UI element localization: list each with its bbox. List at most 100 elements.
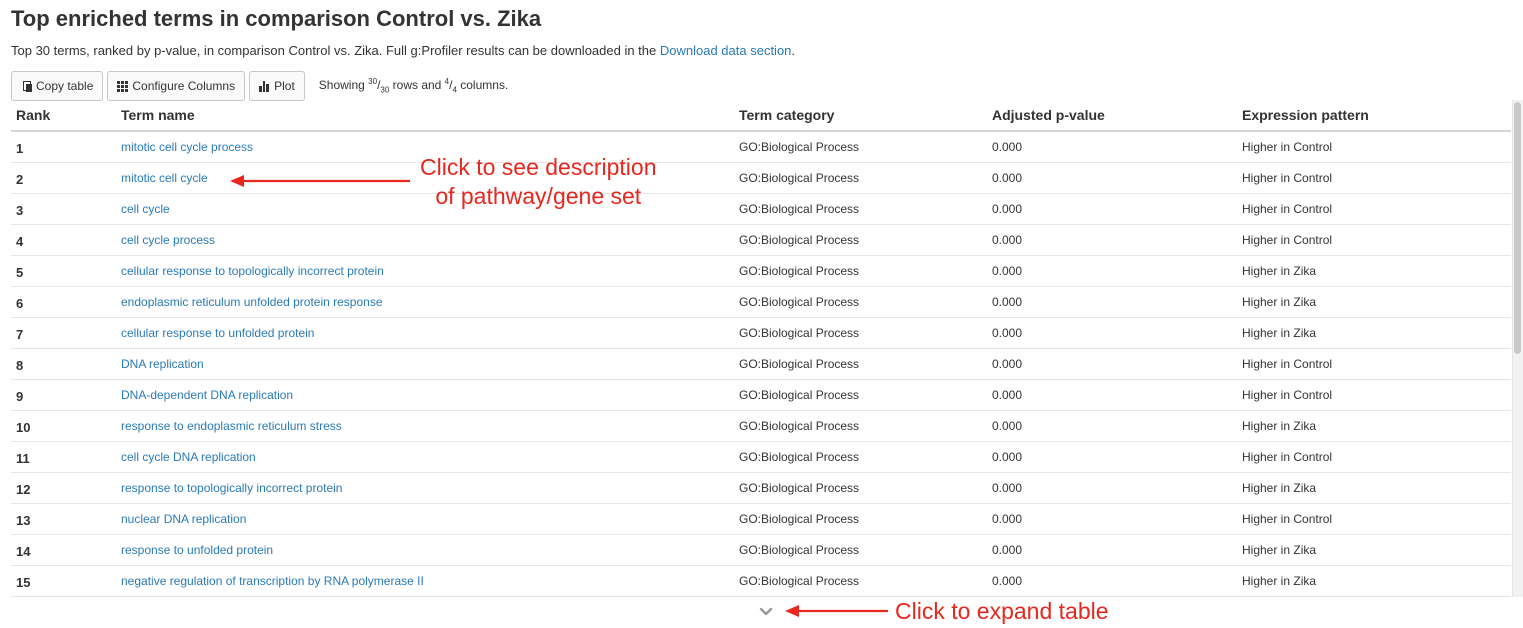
term-name-cell: cellular response to topologically incor… <box>121 255 739 287</box>
term-category-cell: GO:Biological Process <box>739 317 992 349</box>
p-value-cell: 0.000 <box>992 565 1242 596</box>
term-name-cell: response to unfolded protein <box>121 534 739 566</box>
term-annotation-line2: of pathway/gene set <box>435 183 642 209</box>
rank-cell: 2 <box>11 162 121 194</box>
expression-pattern-cell: Higher in Control <box>1242 193 1511 225</box>
page-subtitle: Top 30 terms, ranked by p-value, in comp… <box>11 43 795 58</box>
download-data-link[interactable]: Download data section <box>660 43 792 58</box>
table-row: 11 cell cycle DNA replication GO:Biologica… <box>11 441 1511 473</box>
term-name-cell: response to endoplasmic reticulum stress <box>121 410 739 442</box>
p-value-cell: 0.000 <box>992 286 1242 318</box>
grid-icon <box>117 80 129 92</box>
term-name-link[interactable]: response to unfolded protein <box>121 543 273 557</box>
configure-columns-button[interactable]: Configure Columns <box>107 71 246 101</box>
p-value-cell: 0.000 <box>992 224 1242 256</box>
term-category-cell: GO:Biological Process <box>739 472 992 504</box>
header-expression-pattern[interactable]: Expression pattern <box>1242 100 1511 132</box>
term-name-link[interactable]: negative regulation of transcription by … <box>121 574 424 588</box>
term-category-cell: GO:Biological Process <box>739 441 992 473</box>
table-row: 7 cellular response to unfolded protein GO… <box>11 317 1511 349</box>
table-row: 3 cell cycle GO:Biological Process 0.000 Hig… <box>11 193 1511 225</box>
term-category-cell: GO:Biological Process <box>739 503 992 535</box>
header-term-name[interactable]: Term name <box>121 100 739 132</box>
table-scrollbar-thumb[interactable] <box>1514 102 1521 354</box>
table-header-row: Rank Term name Term category Adjusted p-… <box>11 100 1511 132</box>
term-description-annotation: Click to see description of pathway/gene… <box>420 153 657 211</box>
table-row: 9 DNA-dependent DNA replication GO:Biologi… <box>11 379 1511 411</box>
term-name-link[interactable]: response to topologically incorrect prot… <box>121 481 342 495</box>
rank-cell: 14 <box>11 534 121 566</box>
term-name-link[interactable]: cellular response to topologically incor… <box>121 264 384 278</box>
rank-cell: 7 <box>11 317 121 349</box>
configure-columns-label: Configure Columns <box>132 79 236 93</box>
p-value-cell: 0.000 <box>992 131 1242 163</box>
expression-pattern-cell: Higher in Zika <box>1242 534 1511 566</box>
rank-cell: 3 <box>11 193 121 225</box>
term-name-cell: nuclear DNA replication <box>121 503 739 535</box>
header-term-category[interactable]: Term category <box>739 100 992 132</box>
header-rank[interactable]: Rank <box>11 100 121 132</box>
plot-button[interactable]: Plot <box>249 71 305 101</box>
rows-shown: 30 <box>368 77 378 87</box>
showing-prefix: Showing <box>318 78 369 93</box>
expression-pattern-cell: Higher in Control <box>1242 162 1511 194</box>
term-category-cell: GO:Biological Process <box>739 348 992 380</box>
term-category-cell: GO:Biological Process <box>739 565 992 596</box>
term-name-link[interactable]: cell cycle process <box>121 233 215 247</box>
term-category-cell: GO:Biological Process <box>739 224 992 256</box>
bar-chart-icon <box>259 80 270 92</box>
term-name-link[interactable]: DNA-dependent DNA replication <box>121 388 293 402</box>
p-value-cell: 0.000 <box>992 348 1242 380</box>
term-name-cell: DNA-dependent DNA replication <box>121 379 739 411</box>
header-adjusted-p-value[interactable]: Adjusted p-value <box>992 100 1242 132</box>
term-name-link[interactable]: mitotic cell cycle <box>121 171 208 185</box>
term-name-link[interactable]: cell cycle DNA replication <box>121 450 256 464</box>
expression-pattern-cell: Higher in Zika <box>1242 472 1511 504</box>
table-row: 15 negative regulation of transcription b… <box>11 565 1511 596</box>
cols-shown: 4 <box>444 77 450 87</box>
expand-table-chevron-icon[interactable] <box>758 604 774 620</box>
showing-suffix: columns. <box>456 78 509 93</box>
term-annotation-arrow <box>230 175 410 187</box>
term-category-cell: GO:Biological Process <box>739 410 992 442</box>
expression-pattern-cell: Higher in Zika <box>1242 565 1511 596</box>
copy-table-button[interactable]: Copy table <box>11 71 104 101</box>
subtitle-end: . <box>791 43 796 58</box>
term-name-cell: negative regulation of transcription by … <box>121 565 739 596</box>
table-row: 6 endoplasmic reticulum unfolded protein … <box>11 286 1511 318</box>
expression-pattern-cell: Higher in Control <box>1242 503 1511 535</box>
term-name-link[interactable]: cellular response to unfolded protein <box>121 326 314 340</box>
rank-cell: 6 <box>11 286 121 318</box>
expression-pattern-cell: Higher in Control <box>1242 348 1511 380</box>
term-name-link[interactable]: nuclear DNA replication <box>121 512 246 526</box>
rank-cell: 4 <box>11 224 121 256</box>
rank-cell: 10 <box>11 410 121 442</box>
expression-pattern-cell: Higher in Zika <box>1242 286 1511 318</box>
table-row: 5 cellular response to topologically inco… <box>11 255 1511 287</box>
term-category-cell: GO:Biological Process <box>739 131 992 163</box>
expression-pattern-cell: Higher in Control <box>1242 441 1511 473</box>
expression-pattern-cell: Higher in Control <box>1242 379 1511 411</box>
rows-total: 30 <box>380 85 390 95</box>
page-title: Top enriched terms in comparison Control… <box>11 6 542 31</box>
plot-label: Plot <box>274 79 295 93</box>
expression-pattern-cell: Higher in Zika <box>1242 255 1511 287</box>
p-value-cell: 0.000 <box>992 255 1242 287</box>
rank-cell: 5 <box>11 255 121 287</box>
term-name-link[interactable]: cell cycle <box>121 202 170 216</box>
expression-pattern-cell: Higher in Zika <box>1242 410 1511 442</box>
term-name-link[interactable]: response to endoplasmic reticulum stress <box>121 419 342 433</box>
table-row: 12 response to topologically incorrect pr… <box>11 472 1511 504</box>
term-name-link[interactable]: mitotic cell cycle process <box>121 140 253 154</box>
term-name-cell: cell cycle process <box>121 224 739 256</box>
table-row: 8 DNA replication GO:Biological Process 0.0… <box>11 348 1511 380</box>
table-row: 14 response to unfolded protein GO:Biologi… <box>11 534 1511 566</box>
term-name-link[interactable]: endoplasmic reticulum unfolded protein r… <box>121 295 383 309</box>
term-category-cell: GO:Biological Process <box>739 286 992 318</box>
p-value-cell: 0.000 <box>992 193 1242 225</box>
p-value-cell: 0.000 <box>992 534 1242 566</box>
term-name-cell: endoplasmic reticulum unfolded protein r… <box>121 286 739 318</box>
p-value-cell: 0.000 <box>992 503 1242 535</box>
term-name-link[interactable]: DNA replication <box>121 357 204 371</box>
copy-table-label: Copy table <box>36 79 94 93</box>
